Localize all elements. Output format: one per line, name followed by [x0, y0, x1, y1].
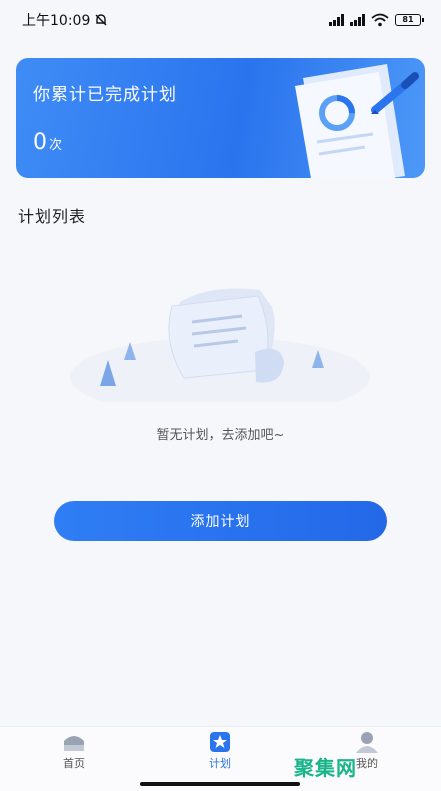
- battery-level: 81: [402, 15, 414, 24]
- signal-icon: [329, 14, 344, 26]
- nav-item-home[interactable]: 首页: [34, 731, 114, 771]
- battery-icon: 81: [395, 14, 424, 26]
- completed-plans-banner: 你累计已完成计划 0 次: [16, 58, 425, 178]
- home-indicator[interactable]: [140, 782, 300, 786]
- status-right: 81: [329, 13, 424, 27]
- watermark-logo: 聚集网: [294, 756, 357, 780]
- status-bar: 上午10:09 81: [0, 0, 441, 40]
- plan-list-title: 计划列表: [18, 207, 87, 226]
- nav-label-mine: 我的: [356, 757, 378, 770]
- nav-label-plan: 计划: [209, 757, 231, 770]
- add-plan-button[interactable]: 添加计划: [54, 501, 387, 541]
- status-left: 上午10:09: [22, 10, 108, 30]
- empty-list-message: 暂无计划，去添加吧~: [156, 428, 285, 443]
- status-time: 上午10:09: [22, 13, 91, 29]
- mute-bell-icon: [95, 14, 107, 26]
- wifi-icon: [371, 13, 389, 27]
- signal-icon: [350, 14, 365, 26]
- empty-list-illustration: [70, 288, 370, 402]
- completed-count-number: 0: [33, 130, 47, 155]
- completed-count: 0 次: [33, 130, 62, 155]
- person-icon: [356, 732, 378, 753]
- document-pen-illustration: [295, 64, 419, 178]
- nav-item-plan[interactable]: 计划: [180, 731, 260, 771]
- nav-label-home: 首页: [63, 757, 85, 770]
- home-icon: [64, 736, 84, 751]
- plan-star-icon: [210, 732, 230, 752]
- completed-count-unit: 次: [49, 138, 63, 153]
- banner-title: 你累计已完成计划: [33, 85, 177, 105]
